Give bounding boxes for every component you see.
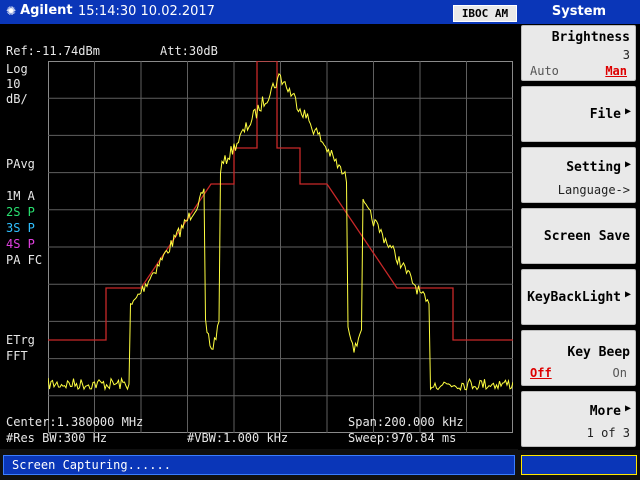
center-frequency: Center:1.380000 MHz xyxy=(6,415,144,429)
scale-value: 10 xyxy=(6,77,21,91)
more-page-indicator: 1 of 3 xyxy=(586,426,630,440)
status-indicator xyxy=(521,455,637,475)
more-label: More xyxy=(589,404,621,419)
key-beep-off-option: Off xyxy=(530,366,552,380)
brightness-value: 3 xyxy=(622,48,630,62)
file-label: File xyxy=(589,107,621,122)
screen-save-label: Screen Save xyxy=(543,229,630,244)
keybacklight-label: KeyBackLight xyxy=(527,290,621,305)
brightness-softkey[interactable]: Brightness 3 Auto Man xyxy=(521,25,636,81)
status-bar: Screen Capturing...... xyxy=(3,455,515,475)
trace-1-label: 1M A xyxy=(6,189,35,203)
spectrum-display: Ref:-11.74dBm Att:30dB Log 10 dB/ PAvg 1… xyxy=(0,24,518,449)
scale-type: Log xyxy=(6,62,28,76)
title-bar: ✺ Agilent 15:14:30 10.02.2017 IBOC AM Sy… xyxy=(0,0,640,24)
brightness-man-option: Man xyxy=(605,64,627,78)
frequency-span: Span:200.000 kHz xyxy=(348,415,464,429)
submenu-arrow-icon: ▶ xyxy=(624,289,631,300)
detector-pavg: PAvg xyxy=(6,157,35,171)
key-beep-on-option: On xyxy=(612,366,627,380)
spectrum-graticule xyxy=(47,60,514,433)
more-softkey[interactable]: More ▶ 1 of 3 xyxy=(521,391,636,447)
brightness-label: Brightness xyxy=(551,30,630,45)
menu-title: System xyxy=(551,4,607,19)
brightness-auto-option: Auto xyxy=(530,64,559,78)
mode-badge: IBOC AM xyxy=(453,5,517,22)
resolution-bandwidth: #Res BW:300 Hz xyxy=(6,431,108,445)
submenu-arrow-icon: ▶ xyxy=(624,106,631,117)
trace-4-label: 4S P xyxy=(6,237,35,251)
fft-label: FFT xyxy=(6,349,28,363)
keybacklight-softkey[interactable]: KeyBackLight ▶ xyxy=(521,269,636,325)
status-message: Screen Capturing...... xyxy=(12,458,171,472)
setting-language-sub: Language-> xyxy=(557,183,630,197)
pa-fc-label: PA FC xyxy=(6,253,43,267)
setting-label: Setting xyxy=(566,160,621,175)
trigger-label: ETrg xyxy=(6,333,35,347)
agilent-spark-icon: ✺ xyxy=(6,3,17,18)
sweep-time: Sweep:970.84 ms xyxy=(348,431,457,445)
brand-logo: ✺ Agilent xyxy=(6,3,73,18)
graticule-lines xyxy=(48,61,513,433)
datetime: 15:14:30 10.02.2017 xyxy=(78,4,215,19)
submenu-arrow-icon: ▶ xyxy=(624,403,631,414)
spectrum-plot xyxy=(47,60,514,433)
submenu-arrow-icon: ▶ xyxy=(624,159,631,170)
trace-3-label: 3S P xyxy=(6,221,35,235)
brand-name: Agilent xyxy=(20,3,73,18)
file-softkey[interactable]: File ▶ xyxy=(521,86,636,142)
attenuation: Att:30dB xyxy=(160,44,218,58)
softkey-panel: Brightness 3 Auto Man File ▶ Setting ▶ L… xyxy=(518,24,640,450)
ref-level: Ref:-11.74dBm xyxy=(6,44,100,58)
trace-2-label: 2S P xyxy=(6,205,35,219)
scale-unit: dB/ xyxy=(6,92,28,106)
setting-softkey[interactable]: Setting ▶ Language-> xyxy=(521,147,636,203)
screen-save-softkey[interactable]: Screen Save xyxy=(521,208,636,264)
key-beep-label: Key Beep xyxy=(567,345,630,360)
video-bandwidth: #VBW:1.000 kHz xyxy=(187,431,289,445)
key-beep-softkey[interactable]: Key Beep Off On xyxy=(521,330,636,386)
